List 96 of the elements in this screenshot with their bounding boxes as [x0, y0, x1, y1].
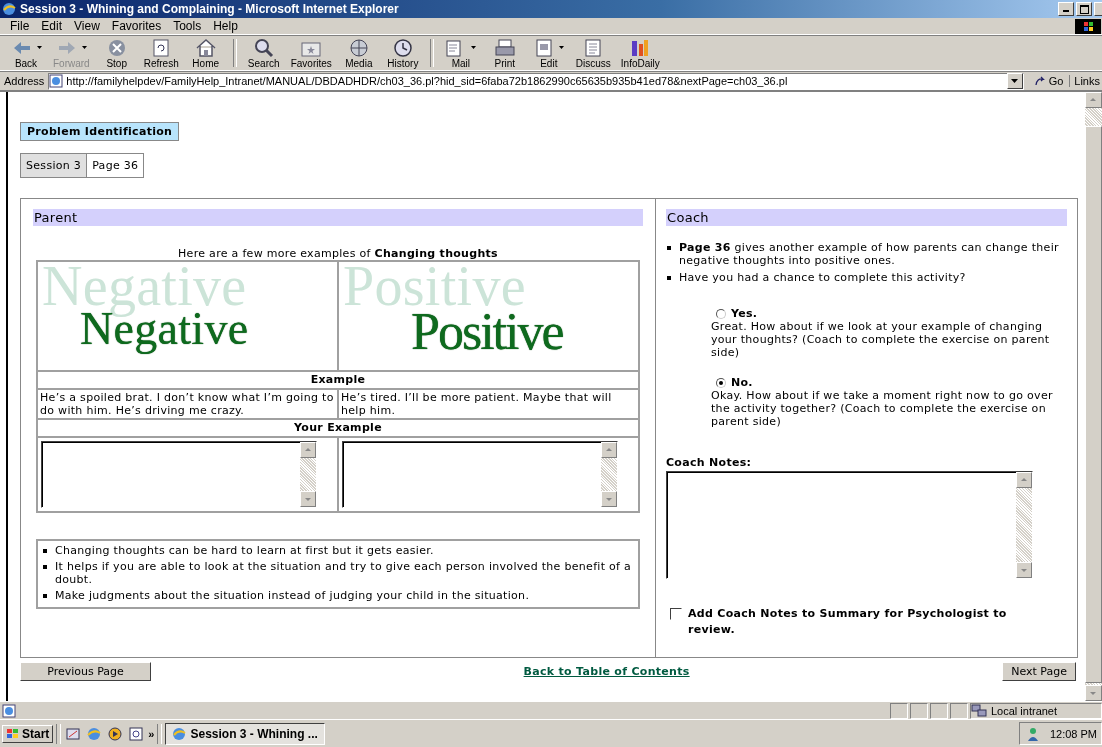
menu-item[interactable]: Edit — [35, 19, 69, 33]
bullet-icon — [43, 594, 47, 598]
status-pane — [930, 702, 948, 719]
toolbar-button[interactable]: InfoDaily — [615, 37, 665, 69]
quick-launch-button[interactable] — [127, 724, 146, 743]
status-pane — [890, 702, 908, 719]
close-button[interactable] — [1094, 2, 1102, 16]
go-button[interactable]: Go — [1027, 75, 1071, 87]
intro-text: Here are a few more examples of Changing thoughts — [177, 247, 499, 260]
scrollbar[interactable] — [1085, 92, 1102, 701]
option-text: Okay. How about if we take a moment right now to go over the activity together? (Coach to complete the exercise on parent side) — [711, 389, 1054, 428]
toolbar-button[interactable]: Search — [241, 37, 286, 69]
status-pane — [950, 702, 968, 719]
contents-link[interactable]: Back to Table of Contents — [523, 665, 690, 678]
minimize-button[interactable] — [1058, 2, 1074, 16]
text-area[interactable] — [666, 471, 1033, 579]
toolbar-button[interactable]: Edit — [526, 37, 571, 69]
browser-icon — [172, 726, 187, 741]
section-label: Problem Identification — [20, 122, 180, 141]
network-icon — [971, 703, 987, 718]
more-button[interactable]: » — [148, 727, 155, 740]
word-art: Positive — [411, 306, 563, 358]
media-player-icon — [107, 725, 124, 742]
caret-icon — [1011, 79, 1019, 83]
toolbar-button[interactable]: Favorites — [285, 37, 337, 69]
bullet-text: Page 36 gives another example of how parents can change their negative thoughts into positive ones. — [679, 241, 1060, 267]
text-area[interactable] — [342, 441, 618, 508]
caret-icon — [81, 46, 87, 49]
address-field[interactable]: http://familyhelpdev/FamilyHelp_Intranet/MANUAL/DBDADHDR/ch03_36.pl?hid_sid=6faba72b1862990c65635b935b41ed78&nextPage=ch03_36.pl — [48, 72, 1024, 90]
table-heading: Example — [38, 372, 638, 388]
tip-text: Make judgments about the situation instead of judging your child in the situation. — [55, 589, 531, 602]
radio-button[interactable] — [716, 308, 726, 319]
menu-item[interactable]: View — [68, 19, 106, 33]
quick-launch-button[interactable] — [106, 724, 125, 743]
bullet-icon — [667, 246, 671, 250]
windows-logo-icon — [1075, 18, 1101, 34]
caret-icon — [559, 46, 565, 49]
toolbar-button[interactable]: Media — [336, 37, 381, 69]
option-label: Yes. — [731, 307, 758, 320]
globe-icon — [347, 37, 370, 58]
bullet-icon — [43, 549, 47, 553]
maximize-button[interactable] — [1076, 2, 1092, 16]
status-pane — [910, 702, 928, 719]
dropdown-button[interactable] — [1006, 73, 1023, 89]
text-area[interactable] — [41, 441, 317, 508]
table-heading: Your Example — [38, 420, 638, 436]
bullet-icon — [43, 565, 47, 569]
taskbar-button[interactable]: Session 3 - Whining ... — [165, 722, 326, 745]
zone-label: Local intranet — [991, 704, 1058, 717]
bullet-icon — [667, 276, 671, 280]
browser-icon — [2, 2, 16, 16]
next-button[interactable]: Next Page — [1002, 662, 1076, 681]
address-label: Address — [4, 75, 45, 87]
toolbar-button[interactable]: Print — [482, 37, 527, 69]
table-cell: He’s tired. I’ll be more patient. Maybe that will help him. — [339, 390, 638, 418]
radio-button[interactable] — [716, 377, 726, 388]
browser-icon — [86, 725, 103, 742]
clock: 12:08 PM — [1049, 727, 1097, 740]
toolbar-button[interactable]: History — [380, 37, 425, 69]
tip-text: Changing thoughts can be hard to learn at first but it gets easier. — [55, 544, 435, 557]
panel-heading: Parent — [33, 209, 643, 226]
clock-icon — [391, 37, 414, 58]
windows-flag-icon — [6, 727, 20, 740]
option-label: No. — [731, 376, 753, 389]
caret-icon — [471, 46, 477, 49]
menu-item[interactable]: Favorites — [105, 19, 168, 33]
toolbar-button[interactable]: Stop — [94, 37, 139, 69]
breadcrumb-tab[interactable]: Session 3 — [20, 153, 88, 178]
links-button[interactable]: Links — [1074, 75, 1102, 87]
toolbar-button[interactable]: Home — [183, 37, 228, 69]
window-title: Session 3 - Whining and Complaining - Microsoft Internet Explorer — [20, 2, 399, 16]
menu-item[interactable]: File — [4, 19, 36, 33]
bullet-text: Have you had a chance to complete this activity? — [679, 271, 967, 284]
toolbar-button[interactable]: Back — [4, 37, 48, 69]
house-icon — [194, 37, 217, 58]
menu-item[interactable]: Help — [207, 19, 244, 33]
desktop-icon — [65, 725, 82, 742]
option-text: Great. How about if we look at your example of changing your thoughts? (Coach to complete the exercise on parent side) — [711, 320, 1051, 359]
checkbox-label: Add Coach Notes to Summary for Psychologist to review. — [688, 606, 1008, 638]
toolbar-button[interactable]: Discuss — [570, 37, 616, 69]
go-arrow-icon — [1033, 75, 1046, 87]
caret-icon — [36, 46, 42, 49]
tip-text: It helps if you are able to look at the situation and try to give each person involved the benefit of a doubt. — [55, 560, 633, 586]
start-button[interactable]: Start — [2, 724, 54, 743]
notes-label: Coach Notes: — [666, 456, 753, 469]
printer-icon — [493, 37, 516, 58]
panel-heading: Coach — [666, 209, 1067, 226]
previous-button[interactable]: Previous Page — [20, 662, 151, 681]
menu-item[interactable]: Tools — [167, 19, 208, 33]
page-icon — [49, 74, 64, 88]
search-icon — [252, 37, 275, 58]
table-cell: He’s a spoiled brat. I don’t know what I’m going to do with him. He’s driving me crazy. — [38, 390, 337, 418]
breadcrumb-tab[interactable]: Page 36 — [87, 153, 145, 178]
toolbar-button[interactable]: Mail — [438, 37, 483, 69]
toolbar-button[interactable]: Refresh — [138, 37, 184, 69]
window-icon — [128, 725, 145, 742]
